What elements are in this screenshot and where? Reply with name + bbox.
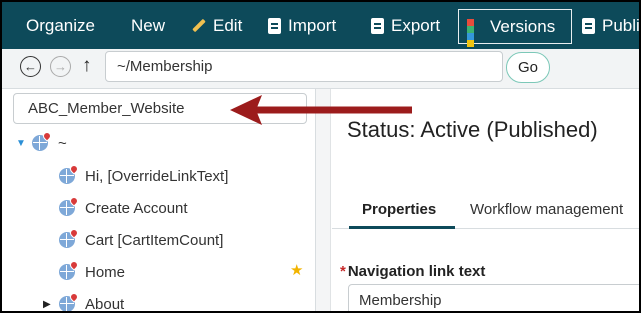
expanded-triangle-icon[interactable]: ▼ (16, 138, 26, 149)
globe-page-icon (59, 291, 80, 311)
globe-page-icon (59, 163, 80, 184)
tree-item-label: Hi, [OverrideLinkText] (85, 167, 229, 185)
grid-square-2 (467, 25, 474, 33)
tree-root[interactable]: ▼ ~ (16, 130, 67, 155)
grid-square-4 (467, 39, 474, 47)
import-label: Import (288, 15, 337, 35)
versions-button[interactable]: Versions (458, 9, 572, 47)
address-bar: ← → ↑ Go (2, 49, 639, 89)
tab-properties[interactable]: Properties (362, 201, 436, 218)
back-icon[interactable]: ← (20, 56, 41, 77)
go-button[interactable]: Go (506, 52, 550, 83)
pin-icon (68, 163, 80, 175)
navigation-link-text-label: * Navigation link text (340, 263, 485, 280)
navigation-link-text-input[interactable] (348, 284, 639, 311)
publish-label: Publi (602, 15, 640, 35)
pencil-icon (192, 19, 206, 33)
tree-item-label: Home (85, 263, 126, 281)
up-arrow-icon[interactable]: ↑ (82, 55, 92, 77)
pin-icon (41, 130, 53, 142)
path-input[interactable] (105, 51, 503, 82)
tree-item-home[interactable]: Home (59, 259, 126, 284)
pin-icon (68, 291, 80, 303)
annotation-arrow (230, 95, 412, 125)
globe-page-icon (59, 195, 80, 216)
export-button[interactable]: Export (371, 2, 440, 49)
collapsed-triangle-icon[interactable]: ▶ (43, 299, 53, 310)
import-document-icon (268, 17, 281, 34)
new-button[interactable]: New (131, 2, 165, 49)
tree-item-label: Create Account (85, 199, 188, 217)
export-document-icon (371, 17, 384, 34)
main-toolbar: Organize New Edit Import Export Versions… (2, 2, 640, 49)
organize-label: Organize (26, 15, 95, 35)
tree-item-about[interactable]: ▶ About (43, 291, 125, 313)
edit-label: Edit (213, 15, 243, 35)
pin-icon (68, 195, 80, 207)
go-label: Go (517, 59, 538, 76)
publish-document-icon (582, 17, 595, 34)
active-tab-underline (349, 226, 455, 229)
app-window: Organize New Edit Import Export Versions… (0, 0, 641, 313)
site-name: ABC_Member_Website (28, 100, 185, 117)
grid-square-3 (467, 32, 474, 40)
export-label: Export (391, 15, 441, 35)
organize-button[interactable]: Organize (26, 2, 95, 49)
pin-icon (68, 227, 80, 239)
tree-item-create-account[interactable]: Create Account (59, 195, 188, 220)
tab-workflow-management[interactable]: Workflow management (470, 201, 623, 218)
tree-item-label: About (85, 295, 125, 313)
globe-page-icon (59, 227, 80, 248)
edit-button[interactable]: Edit (192, 2, 242, 49)
globe-page-icon (59, 259, 80, 280)
star-icon: ★ (290, 262, 304, 279)
grid-square-1 (467, 18, 474, 26)
globe-page-icon (32, 130, 53, 151)
tree-item-cart[interactable]: Cart [CartItemCount] (59, 227, 224, 252)
versions-grid-icon (467, 18, 483, 47)
required-marker: * (340, 263, 346, 280)
pin-icon (68, 259, 80, 271)
new-label: New (131, 15, 166, 35)
tree-item-hi[interactable]: Hi, [OverrideLinkText] (59, 163, 229, 188)
tab-bar: Properties Workflow management (332, 195, 639, 229)
forward-icon[interactable]: → (50, 56, 71, 77)
tree-item-label: Cart [CartItemCount] (85, 231, 224, 249)
publish-button[interactable]: Publi (582, 2, 640, 49)
tree-root-label: ~ (58, 134, 67, 152)
versions-label: Versions (490, 16, 556, 36)
import-button[interactable]: Import (268, 2, 336, 49)
field-label-text: Navigation link text (347, 263, 486, 280)
